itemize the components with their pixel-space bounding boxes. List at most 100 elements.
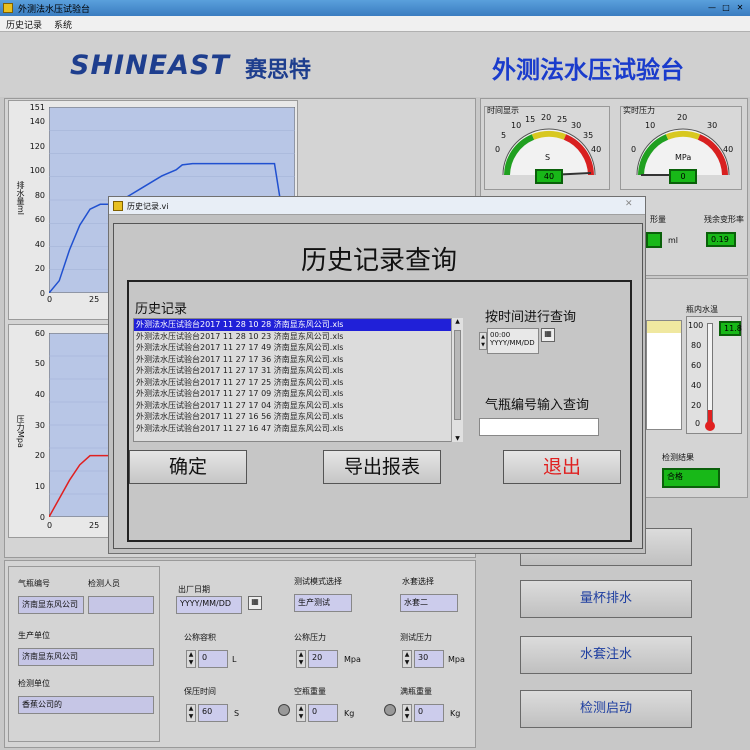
perm-deform-value: 0.19	[706, 232, 736, 247]
mfg-date-field[interactable]: YYYY/MM/DD	[176, 596, 242, 614]
app-icon	[3, 3, 13, 13]
inspect-unit-field[interactable]: 香蕉公司的	[18, 696, 154, 714]
bottle-no-label: 气瓶编号	[18, 579, 50, 588]
full-weight-label: 满瓶重量	[400, 687, 432, 696]
scroll-up-icon[interactable]: ▲	[452, 318, 463, 325]
jacket-fill-button[interactable]: 水套注水	[520, 636, 692, 674]
time-value: 40	[535, 169, 563, 184]
deform-label-partial: 形量	[650, 215, 666, 224]
menu-system[interactable]: 系统	[48, 16, 78, 33]
hold-stepper[interactable]: ▲ ▼	[186, 704, 196, 722]
mode-label: 测试模式选择	[294, 577, 342, 586]
producer-field[interactable]: 济南显东风公司	[18, 648, 154, 666]
calendar-icon[interactable]: ▦	[248, 596, 262, 610]
vol-unit: L	[232, 655, 237, 664]
list-item[interactable]: 外测法水压试验台2017 11 27 17 09 济南显东风公司.xls	[134, 388, 462, 400]
dialog-body: 历史记录查询 历史记录 外测法水压试验台2017 11 28 10 28 济南显…	[113, 223, 643, 549]
vol-field[interactable]: 0	[198, 650, 228, 668]
inspect-unit-label: 检测单位	[18, 679, 50, 688]
list-item[interactable]: 外测法水压试验台2017 11 27 17 25 济南显东风公司.xls	[134, 377, 462, 389]
empty-weight-led	[278, 704, 290, 716]
test-press-stepper[interactable]: ▲ ▼	[402, 650, 412, 668]
history-scrollbar[interactable]: ▲ ▼	[451, 318, 463, 442]
time-stepper[interactable]: ▲ ▼	[479, 332, 487, 350]
window-titlebar: 外测法水压试验台 — □ ✕	[0, 0, 750, 16]
menu-history[interactable]: 历史记录	[0, 16, 48, 33]
ytick: 100	[29, 166, 45, 175]
thermo-bulb	[705, 421, 715, 431]
ytick: 140	[29, 117, 45, 126]
gauge-tick: 15	[525, 115, 536, 124]
list-item[interactable]: 外测法水压试验台2017 11 28 10 23 济南显东风公司.xls	[134, 331, 462, 343]
list-item[interactable]: 外测法水压试验台2017 11 27 17 04 济南显东风公司.xls	[134, 400, 462, 412]
time-query-label: 按时间进行查询	[485, 310, 577, 325]
pressure-yticks: 60 50 40 30 20 10 0	[21, 329, 45, 522]
full-weight-stepper[interactable]: ▲ ▼	[402, 704, 412, 722]
hold-field[interactable]: 60	[198, 704, 228, 722]
jacket-select[interactable]: 水套二	[400, 594, 458, 612]
list-item[interactable]: 外测法水压试验台2017 11 28 10 28 济南显东风公司.xls	[134, 319, 462, 331]
empty-weight-label: 空瓶重量	[294, 687, 326, 696]
temp-tick: 60	[691, 361, 702, 370]
test-press-field[interactable]: 30	[414, 650, 444, 668]
ytick: 40	[34, 240, 45, 249]
vol-stepper[interactable]: ▲ ▼	[186, 650, 196, 668]
ytick: 60	[34, 329, 45, 338]
dialog-close-icon[interactable]: ✕	[625, 199, 633, 209]
producer-label: 生产单位	[18, 631, 50, 640]
gauge-unit: MPa	[675, 153, 692, 162]
press-stepper[interactable]: ▲ ▼	[296, 650, 306, 668]
full-weight-field[interactable]: 0	[414, 704, 444, 722]
confirm-button[interactable]: 确定	[129, 450, 247, 484]
minimize-icon[interactable]: —	[706, 2, 718, 13]
gauge-unit: S	[545, 153, 551, 162]
temp-tick: 20	[691, 401, 702, 410]
export-button[interactable]: 导出报表	[323, 450, 441, 484]
empty-weight-stepper[interactable]: ▲ ▼	[296, 704, 306, 722]
test-press-unit: Mpa	[448, 655, 465, 664]
hold-unit: S	[234, 709, 240, 718]
scroll-down-icon[interactable]: ▼	[452, 435, 463, 442]
empty-weight-field[interactable]: 0	[308, 704, 338, 722]
water-temp-label: 瓶内水温	[686, 305, 718, 314]
bottle-query-input[interactable]	[479, 418, 599, 436]
bottle-no-field[interactable]: 济南显东风公司	[18, 596, 84, 614]
xtick: 0	[47, 295, 53, 304]
result-label: 检测结果	[662, 453, 694, 462]
empty-weight-unit: Kg	[344, 709, 355, 718]
list-item[interactable]: 外测法水压试验台2017 11 27 16 47 济南显东风公司.xls	[134, 423, 462, 435]
time-input-time: 00:00	[490, 331, 511, 339]
list-item[interactable]: 外测法水压试验台2017 11 27 17 36 济南显东风公司.xls	[134, 354, 462, 366]
gauge-tick: 0	[495, 145, 501, 154]
time-input[interactable]: 00:00 YYYY/MM/DD	[487, 328, 539, 354]
gauge-tick: 40	[723, 145, 734, 154]
ytick: 20	[34, 451, 45, 460]
history-list[interactable]: 外测法水压试验台2017 11 28 10 28 济南显东风公司.xls 外测法…	[133, 318, 463, 442]
scroll-thumb[interactable]	[454, 330, 461, 420]
maximize-icon[interactable]: □	[720, 2, 732, 13]
window-title: 外测法水压试验台	[18, 5, 91, 15]
list-item[interactable]: 外测法水压试验台2017 11 27 17 49 济南显东风公司.xls	[134, 342, 462, 354]
dialog-titlebar: 历史记录.vi ✕	[109, 197, 645, 215]
history-dialog: 历史记录.vi ✕ 历史记录查询 历史记录 外测法水压试验台2017 11 28…	[108, 196, 646, 554]
dialog-title: 历史记录.vi	[127, 202, 169, 211]
mode-select[interactable]: 生产测试	[294, 594, 352, 612]
perm-deform-label: 残余变形率	[704, 215, 744, 224]
calendar-icon[interactable]: ▦	[541, 328, 555, 342]
cup-drain-button[interactable]: 量杯排水	[520, 580, 692, 618]
start-test-button[interactable]: 检测启动	[520, 690, 692, 728]
press-field[interactable]: 20	[308, 650, 338, 668]
brand-logo-cn: 赛思特	[245, 58, 312, 83]
gauge-tick: 0	[631, 145, 637, 154]
gauge-tick: 20	[677, 113, 688, 122]
thermometer: 100 80 60 40 20 0 11.8	[686, 316, 742, 434]
exit-button[interactable]: 退出	[503, 450, 621, 484]
gauge-tick: 40	[591, 145, 602, 154]
close-icon[interactable]: ✕	[734, 2, 746, 13]
inspector-field[interactable]	[88, 596, 154, 614]
temp-tick: 100	[688, 321, 704, 330]
xtick: 0	[47, 521, 53, 530]
list-item[interactable]: 外测法水压试验台2017 11 27 16 56 济南显东风公司.xls	[134, 411, 462, 423]
list-item[interactable]: 外测法水压试验台2017 11 27 17 31 济南显东风公司.xls	[134, 365, 462, 377]
temp-tick: 80	[691, 341, 702, 350]
